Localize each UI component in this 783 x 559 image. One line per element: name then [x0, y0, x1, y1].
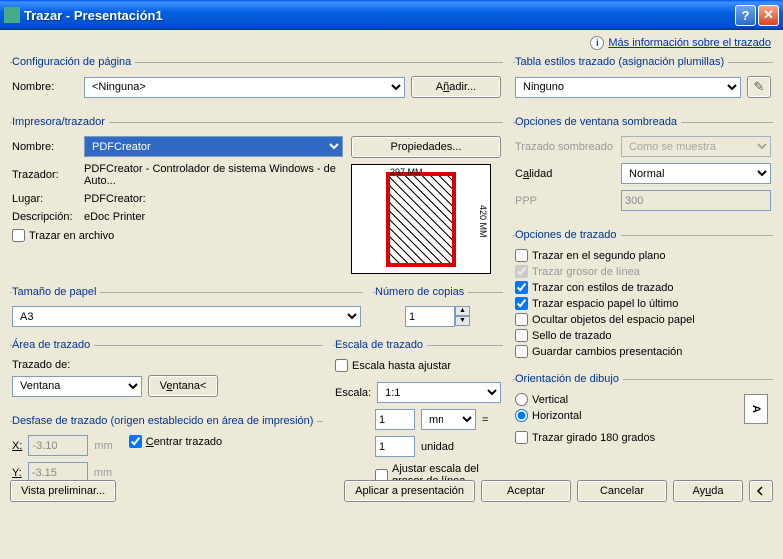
paper-size-group: Tamaño de papel A3: [10, 286, 363, 333]
y-label: Y:: [12, 467, 22, 479]
copies-down[interactable]: ▼: [455, 316, 470, 326]
printer-name-select[interactable]: PDFCreator: [84, 136, 343, 157]
desc-label: Descripción:: [12, 211, 78, 223]
trazador-label: Trazador:: [12, 169, 78, 181]
trazador-value: PDFCreator - Controlador de sistema Wind…: [84, 163, 343, 187]
ppp-label: PPP: [515, 195, 615, 207]
scale-select[interactable]: 1:1: [377, 382, 501, 403]
printer-name-label: Nombre:: [12, 141, 78, 153]
paper-size-select[interactable]: A3: [12, 306, 361, 327]
scale-num1-input[interactable]: [375, 409, 415, 430]
window-title: Trazar - Presentación1: [24, 8, 733, 23]
titlebar-close-button[interactable]: ✕: [758, 5, 779, 26]
area-sub-label: Trazado de:: [12, 359, 321, 371]
horizontal-radio[interactable]: [515, 409, 528, 422]
style-table-select[interactable]: Ninguno: [515, 77, 741, 98]
scale-legend: Escala de trazado: [335, 339, 427, 351]
cancel-button[interactable]: Cancelar: [577, 480, 667, 502]
scale-unit-select[interactable]: mm: [421, 409, 476, 430]
copies-input[interactable]: [405, 306, 455, 327]
edit-style-button[interactable]: [747, 76, 771, 98]
info-icon: i: [590, 36, 604, 50]
titlebar: Trazar - Presentación1 ? ✕: [0, 0, 783, 30]
x-unit: mm: [94, 440, 112, 452]
plot-area-select[interactable]: Ventana: [12, 376, 142, 397]
apply-layout-button[interactable]: Aplicar a presentación: [344, 480, 475, 502]
hide-checkbox[interactable]: [515, 313, 528, 326]
paper-legend: Tamaño de papel: [12, 286, 100, 298]
ppp-input: [621, 190, 771, 211]
shade-label: Trazado sombreado: [515, 141, 615, 153]
add-button[interactable]: Añadir...: [411, 76, 501, 98]
page-setup-group: Configuración de página Nombre: <Ninguna…: [10, 56, 503, 110]
ok-button[interactable]: Aceptar: [481, 480, 571, 502]
properties-button[interactable]: Propiedades...: [351, 136, 501, 158]
style-table-group: Tabla estilos trazado (asignación plumil…: [513, 56, 773, 110]
paper-preview: 297 MM 420 MM: [351, 164, 491, 274]
shade-select: Como se muestra: [621, 136, 771, 157]
plot-area-group: Área de trazado Trazado de: Ventana Vent…: [10, 339, 323, 409]
x-input: [28, 435, 88, 456]
scale-group: Escala de trazado Escala hasta ajustar E…: [333, 339, 503, 496]
fit-checkbox[interactable]: [335, 359, 348, 372]
preview-height: 420 MM: [478, 205, 488, 238]
preview-width: 297 MM: [390, 167, 423, 177]
more-info-link[interactable]: Más información sobre el trazado: [608, 37, 771, 49]
orient-legend: Orientación de dibujo: [515, 373, 623, 385]
stamp-checkbox[interactable]: [515, 329, 528, 342]
help-button[interactable]: Ayuda: [673, 480, 743, 502]
page-setup-legend: Configuración de página: [12, 56, 135, 68]
area-legend: Área de trazado: [12, 339, 94, 351]
printer-group: Impresora/trazador Nombre: PDFCreator Tr…: [10, 116, 503, 280]
preview-rect: [386, 172, 456, 267]
expand-button[interactable]: [749, 480, 773, 502]
printer-legend: Impresora/trazador: [12, 116, 109, 128]
shaded-legend: Opciones de ventana sombreada: [515, 116, 681, 128]
scale-label: Escala:: [335, 387, 371, 399]
lugar-label: Lugar:: [12, 193, 78, 205]
scale-unit2: unidad: [421, 441, 454, 453]
trazar-archivo-label: Trazar en archivo: [29, 230, 114, 242]
rotate-checkbox[interactable]: [515, 431, 528, 444]
fit-label: Escala hasta ajustar: [352, 360, 451, 372]
page-name-select[interactable]: <Ninguna>: [84, 77, 405, 98]
scale-num2-input[interactable]: [375, 436, 415, 457]
lw-checkbox: [515, 265, 528, 278]
bg-checkbox[interactable]: [515, 249, 528, 262]
orientation-icon: A: [744, 394, 768, 424]
vertical-radio[interactable]: [515, 393, 528, 406]
save-checkbox[interactable]: [515, 345, 528, 358]
page-name-label: Nombre:: [12, 81, 78, 93]
plot-options-group: Opciones de trazado Trazar en el segundo…: [513, 229, 773, 367]
window-button[interactable]: Ventana<: [148, 375, 218, 397]
quality-select[interactable]: Normal: [621, 163, 771, 184]
x-label: X:: [12, 440, 22, 452]
offset-legend: Desfase de trazado (origen establecido e…: [12, 415, 317, 427]
orientation-group: Orientación de dibujo Vertical Horizonta…: [513, 373, 773, 453]
copies-group: Número de copias ▲▼: [373, 286, 503, 333]
space-checkbox[interactable]: [515, 297, 528, 310]
shaded-group: Opciones de ventana sombreada Trazado so…: [513, 116, 773, 223]
copies-up[interactable]: ▲: [455, 306, 470, 316]
titlebar-help-button[interactable]: ?: [735, 5, 756, 26]
scale-eq: =: [482, 414, 488, 426]
y-unit: mm: [94, 467, 112, 479]
quality-label: Calidad: [515, 168, 615, 180]
plot-opts-legend: Opciones de trazado: [515, 229, 621, 241]
trazar-archivo-checkbox[interactable]: [12, 229, 25, 242]
styles-checkbox[interactable]: [515, 281, 528, 294]
preview-button[interactable]: Vista preliminar...: [10, 480, 116, 502]
app-icon: [4, 7, 20, 23]
center-label: Centrar trazado: [146, 436, 222, 448]
lugar-value: PDFCreator:: [84, 193, 146, 205]
styles-legend: Tabla estilos trazado (asignación plumil…: [515, 56, 728, 68]
chevron-left-icon: [756, 486, 766, 496]
center-checkbox[interactable]: [129, 435, 142, 448]
desc-value: eDoc Printer: [84, 211, 145, 223]
copies-legend: Número de copias: [375, 286, 468, 298]
